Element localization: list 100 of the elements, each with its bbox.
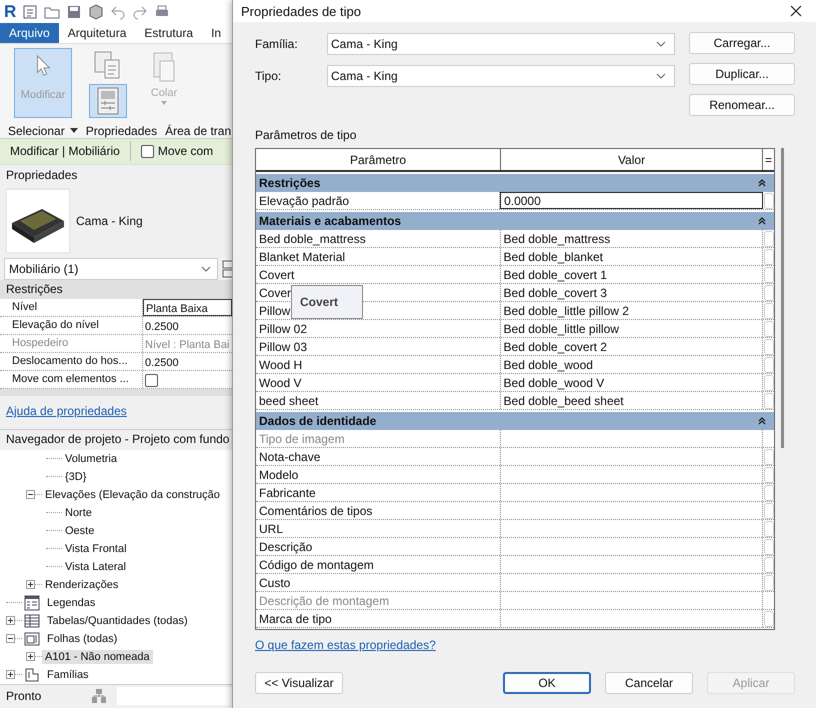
associate-button[interactable] [764,356,774,372]
parameter-name: Custo [256,574,501,591]
associate-button[interactable] [764,520,774,536]
associate-button[interactable] [764,448,774,464]
save-icon[interactable] [66,4,82,20]
collapse-icon[interactable] [758,179,766,187]
ribbon-tab[interactable]: Arquivo [0,23,59,43]
parameter-value[interactable]: Bed doble_mattress [500,230,764,247]
redo-icon[interactable] [132,4,148,20]
tree-item[interactable]: Tabelas/Quantidades (todas) [44,614,191,628]
family-dropdown[interactable]: Cama - King [327,33,675,55]
associate-button[interactable] [764,320,774,336]
parameter-value[interactable]: 0.0000 [500,192,764,209]
undo-icon[interactable] [110,4,126,20]
dialog-button[interactable]: OK [503,672,591,694]
app-logo[interactable]: R [4,2,16,22]
ribbon-tab[interactable]: Arquitetura [58,23,136,43]
associate-button[interactable] [764,192,774,208]
associate-button[interactable] [764,556,774,572]
edit-type-icon[interactable] [222,258,232,279]
checkbox-label[interactable]: Move com [158,144,214,158]
associate-button[interactable] [764,302,774,318]
expander-icon[interactable] [26,580,35,590]
associate-button[interactable] [764,538,774,554]
cube-icon[interactable] [88,4,104,20]
field-label: Família: [255,37,299,51]
tree-item[interactable]: Vista Frontal [62,542,130,556]
associate-button[interactable] [764,338,774,354]
parameter-value[interactable]: Bed doble_covert 1 [500,266,764,283]
tree-item[interactable]: Renderizações [42,578,122,592]
dialog-button[interactable]: Renomear... [689,94,795,116]
associate-button[interactable] [764,484,774,500]
associate-button[interactable] [764,610,774,626]
document-icon[interactable] [22,4,38,20]
tree-item[interactable]: Folhas (todas) [44,632,120,646]
close-icon[interactable] [790,5,802,17]
tree-item[interactable]: Volumetria [62,452,120,466]
property-value[interactable]: 0.2500 [143,353,232,370]
associate-button[interactable] [764,248,774,264]
tree-item[interactable]: Oeste [62,524,98,538]
column-header[interactable]: = [763,149,774,170]
panel-label[interactable]: Área de tran [165,124,232,138]
tree-item[interactable]: Norte [62,506,95,520]
tree-item[interactable]: {3D} [62,470,90,484]
tree-item[interactable]: Elevações (Elevação da construção [42,488,223,502]
parameter-value[interactable]: Bed doble_little pillow [500,320,764,337]
filter-dropdown[interactable]: Mobiliário (1) [4,258,218,280]
parameter-name: Descrição [256,538,501,555]
associate-button[interactable] [764,392,774,408]
parameter-name: Wood H [256,356,501,373]
column-header[interactable]: Valor [501,149,763,170]
caret-icon [161,100,167,105]
help-link[interactable]: O que fazem estas propriedades? [255,638,436,652]
properties-button[interactable] [89,84,127,118]
expander-icon[interactable] [6,670,15,680]
parameter-value[interactable]: Bed doble_blanket [500,248,764,265]
associate-button[interactable] [764,266,774,282]
parameter-value[interactable]: Bed doble_little pillow 2 [500,302,764,319]
parameter-value[interactable]: Bed doble_beed sheet [500,392,764,409]
parameter-value[interactable]: Bed doble_wood V [500,374,764,391]
type-dropdown[interactable]: Cama - King [327,65,675,87]
checkbox[interactable] [140,144,154,158]
panel-label[interactable]: Propriedades [86,124,158,138]
expander-icon[interactable] [26,490,35,500]
collapse-icon[interactable] [758,417,766,425]
collapse-icon[interactable] [758,217,766,225]
group-header[interactable]: Dados de identidade [259,414,376,428]
column-header[interactable]: Parâmetro [256,149,501,170]
associate-button[interactable] [764,502,774,518]
expander-icon[interactable] [26,652,35,662]
associate-button[interactable] [764,574,774,590]
tree-item[interactable]: Legendas [44,596,98,610]
tree-item[interactable]: Famílias [44,668,92,682]
status-field[interactable] [117,687,232,706]
preview-button[interactable]: << Visualizar [255,672,343,694]
associate-button[interactable] [764,230,774,246]
associate-button[interactable] [764,284,774,300]
worksets-icon[interactable] [91,688,108,704]
parameter-value[interactable]: Bed doble_wood [500,356,764,373]
parameter-value[interactable]: Bed doble_covert 2 [500,338,764,355]
parameter-value[interactable]: Bed doble_covert 3 [500,284,764,301]
ribbon-tab[interactable]: In [202,23,230,43]
checkbox[interactable] [145,374,158,388]
associate-button[interactable] [764,466,774,482]
tree-item[interactable]: A101 - Não nomeada [42,650,153,664]
property-name: Hospedeiro [0,335,143,352]
tree-item[interactable]: Vista Lateral [62,560,129,574]
group-header[interactable]: Restrições [259,176,320,190]
property-value[interactable]: 0.2500 [143,317,232,334]
expander-icon[interactable] [6,616,15,626]
parameter-name: Pillow 03 [256,338,501,355]
expander-icon[interactable] [6,634,15,644]
caret-icon[interactable] [70,128,78,134]
associate-button[interactable] [764,374,774,390]
panel-label[interactable]: Selecionar [8,124,65,138]
ribbon-tab[interactable]: Estrutura [135,23,202,43]
dialog-button[interactable]: Cancelar [605,672,693,694]
dialog-button[interactable]: Carregar... [689,32,795,54]
dialog-button[interactable]: Duplicar... [689,63,795,85]
property-field[interactable]: Planta Baixa [143,299,232,316]
